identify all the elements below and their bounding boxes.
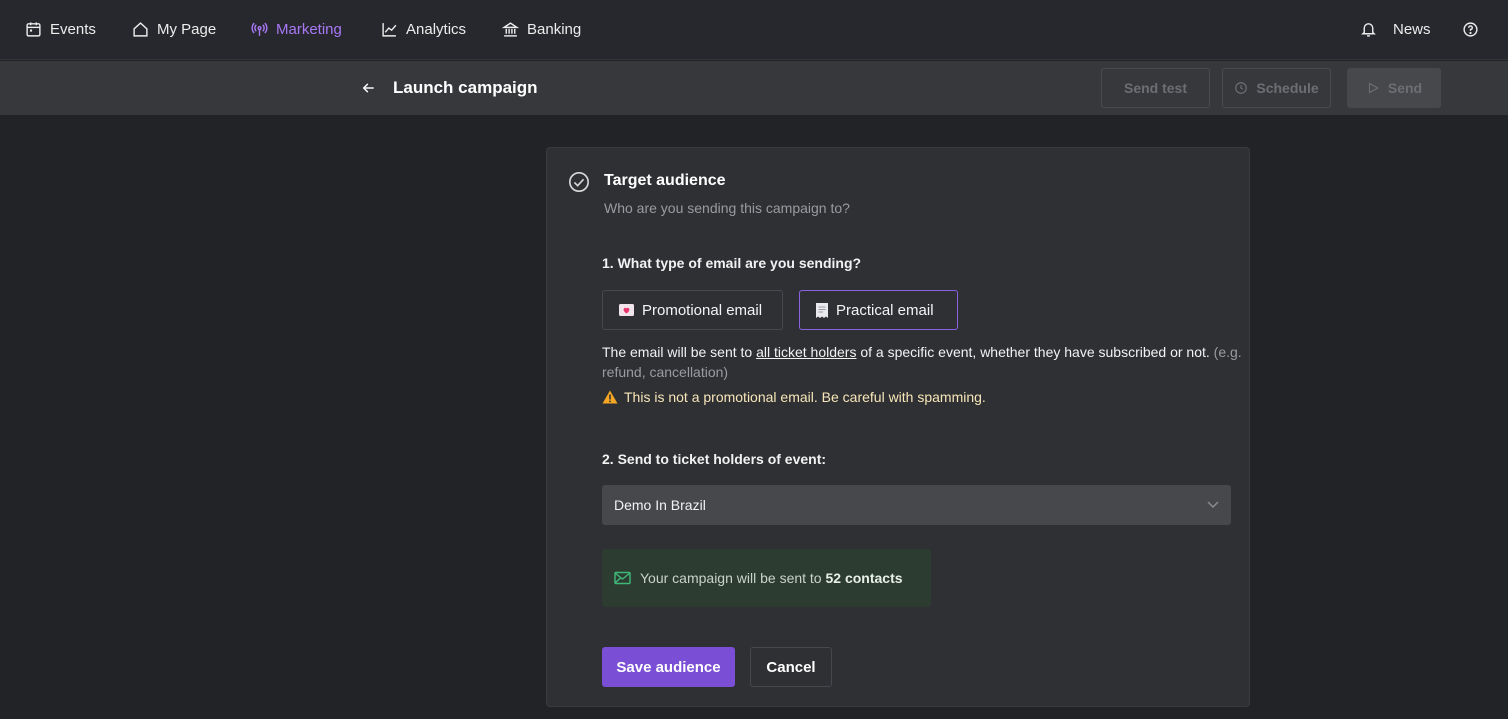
all-ticket-holders-link[interactable]: all ticket holders [756,344,856,360]
nav-item-my-page[interactable]: My Page [132,0,216,58]
send-label: Send [1387,80,1423,96]
promotional-email-label: Promotional email [642,301,763,319]
bell-icon [1361,22,1376,37]
nav-item-marketing[interactable]: Marketing [251,0,342,58]
target-audience-card: Target audience Who are you sending this… [546,147,1250,707]
nav-item-label: Events [50,20,96,38]
receipt-icon [816,302,828,318]
news-button[interactable]: News [1360,0,1431,58]
email-type-description: The email will be sent to all ticket hol… [602,342,1242,382]
cancel-button[interactable]: Cancel [750,647,832,687]
campaign-header: Launch campaign Send test Schedule Send [0,61,1508,115]
play-icon [1368,82,1379,94]
help-button[interactable] [1462,0,1479,58]
calendar-icon [26,21,41,37]
save-audience-button[interactable]: Save audience [602,647,735,687]
question-event: 2. Send to ticket holders of event: [602,451,827,467]
mail-sent-icon [614,571,631,585]
top-navigation: Events My Page Marketing Analytics Banki… [0,0,1508,60]
notice-text: Your campaign will be sent to 52 contact… [640,570,903,586]
practical-email-option[interactable]: Practical email [799,290,958,330]
chevron-down-icon [1207,501,1219,509]
nav-item-banking[interactable]: Banking [502,0,581,58]
check-circle-icon [569,172,589,192]
news-label: News [1393,20,1431,38]
question-email-type: 1. What type of email are you sending? [602,255,862,271]
arrow-left-icon [362,83,374,93]
promotional-email-option[interactable]: Promotional email [602,290,783,330]
broadcast-icon [251,22,268,36]
page-title: Launch campaign [393,78,538,97]
nav-item-label: Banking [527,20,582,38]
spam-warning: This is not a promotional email. Be care… [602,389,986,405]
send-button[interactable]: Send [1347,68,1441,108]
love-letter-icon [619,304,634,316]
card-title: Target audience [604,172,726,189]
contacts-notice: Your campaign will be sent to 52 contact… [602,549,931,607]
event-select[interactable]: Demo In Brazil [602,485,1231,525]
warning-icon [602,390,618,404]
contacts-count: 52 contacts [825,570,903,586]
warning-text: This is not a promotional email. Be care… [624,389,986,405]
chart-line-icon [382,22,397,37]
nav-item-label: Marketing [276,20,342,38]
nav-item-label: Analytics [406,20,467,38]
nav-item-label: My Page [157,20,217,38]
back-button[interactable] [360,78,378,98]
send-test-button[interactable]: Send test [1101,68,1210,108]
nav-item-events[interactable]: Events [25,0,96,58]
clock-icon [1235,82,1248,94]
description-text: of a specific event, whether they have s… [856,344,1210,360]
card-subtitle: Who are you sending this campaign to? [604,200,850,216]
practical-email-label: Practical email [836,301,934,319]
notice-prefix: Your campaign will be sent to [640,570,826,586]
event-select-value: Demo In Brazil [614,497,706,513]
schedule-label: Schedule [1256,80,1319,96]
help-icon [1463,21,1478,37]
bank-icon [502,21,519,37]
nav-item-analytics[interactable]: Analytics [381,0,466,58]
home-icon [133,21,148,37]
description-text: The email will be sent to [602,344,757,360]
send-test-label: Send test [1123,80,1187,96]
schedule-button[interactable]: Schedule [1222,68,1331,108]
